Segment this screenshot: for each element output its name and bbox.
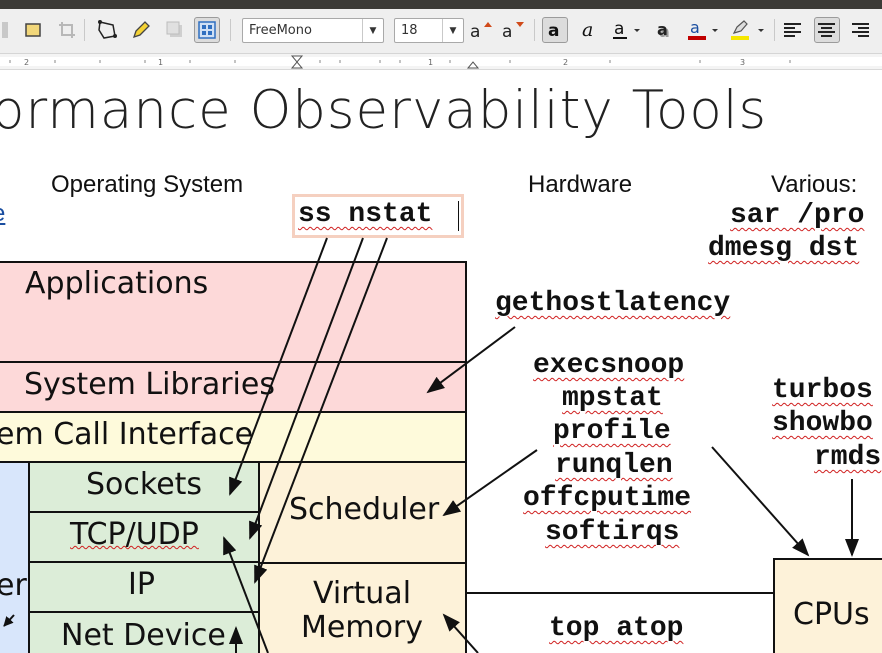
- formatting-toolbar: FreeMono ▼ 18 ▼ a a a a a aa a: [0, 9, 882, 54]
- arrow-nstat-tcp: [249, 237, 364, 540]
- arrow-gethostlatency-libs: [426, 326, 516, 394]
- arrow-bottom-tcp: [223, 536, 269, 653]
- svg-text:2: 2: [563, 58, 568, 67]
- svg-text:3: 3: [740, 58, 745, 67]
- font-name-combo[interactable]: FreeMono ▼: [242, 18, 384, 43]
- slide-canvas[interactable]: ormance Observability Tools Operating Sy…: [0, 70, 882, 653]
- svg-text:a: a: [690, 19, 700, 37]
- highlight-dropdown-icon[interactable]: [754, 17, 768, 43]
- horizontal-ruler[interactable]: 2 1 1 2 3: [0, 54, 882, 70]
- arrow-top-vm: [442, 613, 479, 653]
- font-name-value: FreeMono: [249, 23, 312, 38]
- svg-text:a: a: [548, 21, 559, 40]
- toolbar-separator: [84, 19, 85, 41]
- svg-text:a: a: [657, 20, 668, 39]
- grow-font-icon[interactable]: a: [468, 17, 494, 43]
- font-color-icon[interactable]: a: [684, 17, 710, 43]
- title-bar: [0, 0, 882, 9]
- arrow-profile-scheduler: [442, 449, 538, 517]
- underline-dropdown-icon[interactable]: [630, 17, 644, 43]
- arrow-profile-cpus: [711, 446, 810, 557]
- svg-text:a: a: [470, 22, 480, 41]
- toolbar-overflow-icon[interactable]: [0, 17, 20, 43]
- bold-icon[interactable]: a: [542, 17, 568, 43]
- font-color-dropdown-icon[interactable]: [708, 17, 722, 43]
- svg-text:2: 2: [24, 58, 29, 67]
- arrow-nstat-ip: [254, 237, 388, 584]
- shrink-font-icon[interactable]: a: [500, 17, 526, 43]
- svg-text:1: 1: [158, 58, 163, 67]
- align-center-icon[interactable]: [814, 17, 840, 43]
- arrow-layer: [3, 237, 859, 653]
- svg-text:1: 1: [428, 58, 433, 67]
- shape-fill-icon[interactable]: [20, 17, 46, 43]
- ruler-scale: 2 1 1 2 3: [0, 55, 882, 69]
- font-size-combo[interactable]: 18 ▼: [394, 18, 464, 43]
- crop-icon[interactable]: [54, 17, 80, 43]
- toolbar-separator: [774, 19, 775, 41]
- chevron-down-icon[interactable]: ▼: [362, 19, 383, 42]
- align-left-icon[interactable]: [780, 17, 806, 43]
- shadow-icon[interactable]: [162, 17, 188, 43]
- font-size-value: 18: [401, 23, 418, 38]
- highlight-color-icon[interactable]: [728, 17, 754, 43]
- svg-text:a: a: [614, 19, 624, 39]
- polygon-icon[interactable]: [94, 17, 120, 43]
- chevron-down-icon[interactable]: ▼: [442, 19, 463, 42]
- highlight-pen-icon[interactable]: [128, 17, 154, 43]
- toolbar-separator: [230, 19, 231, 41]
- align-right-icon[interactable]: [848, 17, 874, 43]
- svg-text:a: a: [582, 20, 593, 40]
- arrow-ss-sockets: [229, 237, 328, 496]
- shadow-text-icon[interactable]: aa: [652, 17, 678, 43]
- toolbar-separator: [534, 19, 535, 41]
- toggle-points-icon[interactable]: [194, 17, 220, 43]
- italic-icon[interactable]: a: [576, 17, 602, 43]
- arrow-left-cut: [3, 614, 15, 627]
- svg-text:a: a: [502, 22, 512, 41]
